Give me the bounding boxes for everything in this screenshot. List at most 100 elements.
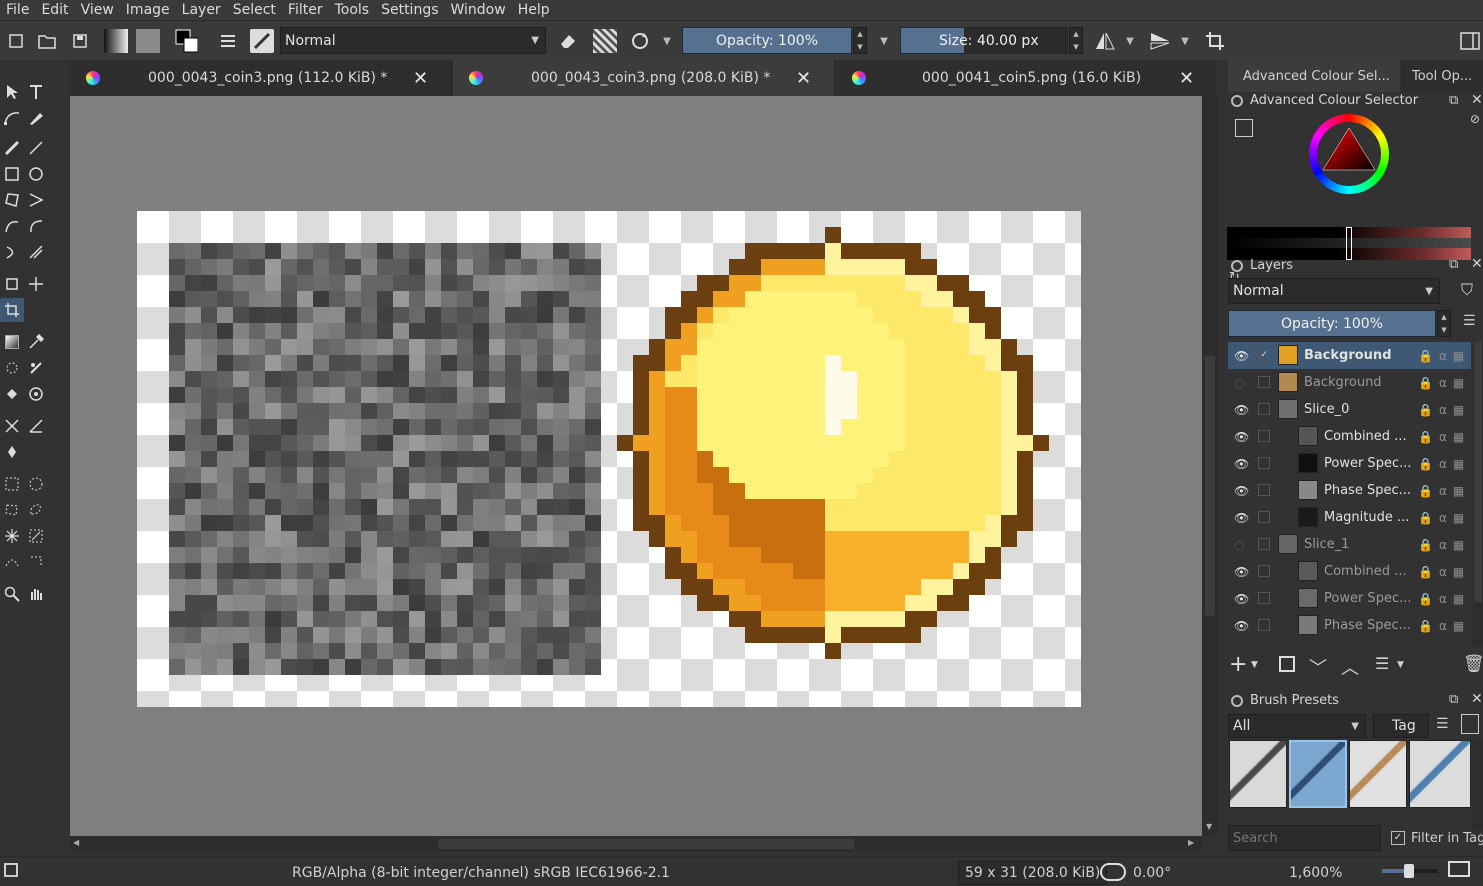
opacity-slider[interactable]: Opacity: 100% [682,27,852,54]
layer-checkbox[interactable] [1258,403,1270,415]
menu-select[interactable]: Select [227,0,282,20]
layer-properties-icons[interactable]: 🔒α▦ [1418,457,1470,471]
move-tool-icon[interactable] [24,272,48,296]
filter-in-tag-checkbox[interactable]: ✓ [1391,831,1405,845]
foreground-background-color-icon[interactable] [174,29,198,53]
view-mode-icon[interactable] [1461,714,1479,734]
freehand-selection-icon[interactable] [24,498,48,522]
vertical-scrollbar[interactable]: ▼ [1202,96,1218,836]
rotation-icon[interactable] [1100,863,1126,881]
display-settings-icon[interactable] [1448,861,1470,877]
enclose-fill-icon[interactable] [24,382,48,406]
settings-list-icon[interactable] [1235,119,1253,137]
layer-properties-icons[interactable]: 🔒α▦ [1418,565,1470,579]
chevron-down-icon[interactable]: ▼ [1121,29,1139,53]
new-document-icon[interactable] [4,29,28,53]
tab-document-3[interactable]: 000_0041_coin5.png (16.0 KiB) ✕ [836,60,1215,96]
close-icon[interactable]: ✕ [413,68,428,89]
reload-icon[interactable] [628,29,652,53]
lock-icon[interactable] [1231,695,1243,707]
layer-opacity-slider[interactable]: Opacity: 100% [1228,310,1436,337]
menu-filter[interactable]: Filter [282,0,329,20]
layer-row[interactable]: 👁 Phase Spec... 🔒α▦ [1228,612,1471,639]
mirror-vertical-icon[interactable] [1148,29,1172,53]
zoom-tool-icon[interactable] [0,582,24,606]
layer-row[interactable]: 👁 Phase Spec... 🔒α▦ [1228,477,1471,504]
layer-row[interactable]: 👁 Power Spec... 🔒α▦ [1228,585,1471,612]
layer-row[interactable]: 👁 Combined ... 🔒α▦ [1228,558,1471,585]
similar-selection-icon[interactable] [24,524,48,548]
brush-preset-icon[interactable] [250,29,274,53]
layer-row[interactable]: ○ Background 🔒α▦ [1228,369,1471,396]
preserve-alpha-icon[interactable] [593,29,617,53]
layer-row[interactable]: 👁 Combined ... 🔒α▦ [1228,423,1471,450]
ellipse-tool-icon[interactable] [24,162,48,186]
layer-properties-icons[interactable]: 🔒α▦ [1418,484,1470,498]
calligraphy-icon[interactable] [24,106,48,130]
layer-checkbox[interactable] [1258,565,1270,577]
multibrush-icon[interactable] [24,240,48,264]
layer-opacity-spin[interactable]: ▲ ▼ [1437,310,1451,337]
layer-properties-icons[interactable]: 🔒α▦ [1418,538,1470,552]
blend-mode-select[interactable]: Normal ▼ [280,27,546,54]
close-icon[interactable]: ✕ [1179,68,1194,89]
layer-properties-icons[interactable]: 🔒α▦ [1418,619,1470,633]
edit-shapes-icon[interactable] [0,106,24,130]
brush-preset-ink[interactable] [1229,740,1287,808]
float-panel-icon[interactable]: ⧉ [1449,93,1458,108]
no-color-icon[interactable]: ⊘ [1470,112,1480,126]
open-folder-icon[interactable] [35,29,59,53]
menu-icon[interactable]: ☰ [1436,716,1449,732]
assistant-tool-icon[interactable] [24,356,48,380]
elliptical-selection-icon[interactable] [24,472,48,496]
selection-status-icon[interactable] [4,863,18,877]
chevron-down-icon[interactable]: ▼ [1397,660,1404,670]
move-layer-down-icon[interactable]: ﹀ [1309,654,1327,680]
select-shapes-icon[interactable] [0,80,24,104]
duplicate-layer-icon[interactable] [1279,656,1295,672]
transform-tool-icon[interactable] [0,272,24,296]
tab-tool-options[interactable]: Tool Op... [1401,60,1483,92]
color-picker-icon[interactable] [24,330,48,354]
mirror-horizontal-icon[interactable] [1093,29,1117,53]
canvas-viewport[interactable] [70,96,1202,836]
smart-patch-icon[interactable] [0,356,24,380]
perspective-grid-icon[interactable] [0,414,24,438]
freehand-path-icon[interactable] [24,214,48,238]
lock-icon[interactable] [1231,95,1243,107]
wrap-around-icon[interactable] [1203,29,1227,53]
menu-help[interactable]: Help [512,0,556,20]
text-tool-icon[interactable] [24,80,48,104]
eye-hidden-icon[interactable]: ○ [1234,538,1244,552]
layer-properties-icons[interactable]: 🔒α▦ [1418,511,1470,525]
gradient-swatch-icon[interactable] [104,29,128,53]
hue-ring[interactable] [1309,114,1389,194]
close-icon[interactable]: ✕ [1471,92,1483,108]
dynamic-brush-icon[interactable] [0,240,24,264]
eye-icon[interactable]: 👁 [1234,403,1249,417]
layer-row[interactable]: ○ Slice_1 🔒α▦ [1228,531,1471,558]
layer-properties-icons[interactable]: 🔒α▦ [1418,430,1470,444]
menu-tools[interactable]: Tools [329,0,376,20]
menu-settings[interactable]: Settings [375,0,444,20]
polygon-tool-icon[interactable] [0,188,24,212]
layer-checkbox[interactable]: ✓ [1258,349,1270,361]
reference-images-icon[interactable] [0,440,24,464]
pan-tool-icon[interactable] [24,582,48,606]
layer-checkbox[interactable] [1258,457,1270,469]
delete-layer-icon[interactable]: 🗑 [1463,654,1483,674]
layer-checkbox[interactable] [1258,484,1270,496]
eye-icon[interactable]: 👁 [1234,511,1249,525]
tab-document-1[interactable]: 000_0043_coin3.png (112.0 KiB) * ✕ [70,60,452,96]
opacity-spin[interactable]: ▲ ▼ [853,27,867,54]
rectangle-tool-icon[interactable] [0,162,24,186]
layer-list-scrollbar[interactable] [1473,342,1483,646]
layer-checkbox[interactable] [1258,592,1270,604]
contiguous-selection-icon[interactable] [0,524,24,548]
layer-properties-icon[interactable]: ☰ [1375,654,1389,673]
menu-image[interactable]: Image [120,0,176,20]
float-panel-icon[interactable]: ⧉ [1449,692,1458,707]
polygon-selection-icon[interactable] [0,498,24,522]
eye-icon[interactable]: 👁 [1234,457,1249,471]
layer-row[interactable]: 👁 ✓ Background 🔒α▦ [1228,342,1471,369]
